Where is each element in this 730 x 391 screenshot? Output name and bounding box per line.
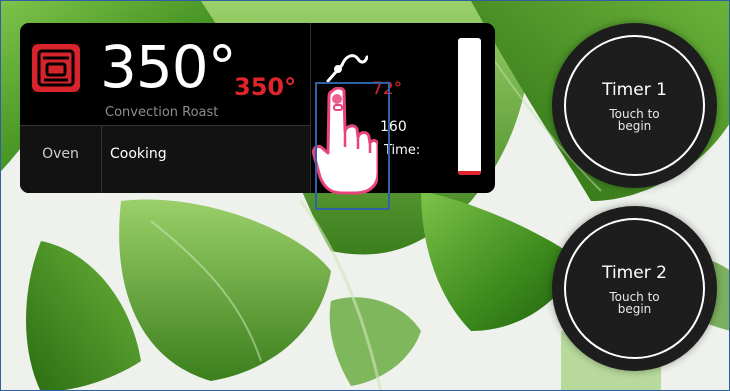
tab-oven[interactable]: Oven (20, 146, 101, 162)
timer-1-ring: Timer 1 Touch to begin (564, 35, 705, 176)
timer-1-title: Timer 1 (602, 79, 667, 100)
probe-progress-fill (458, 170, 481, 175)
oven-icon (32, 44, 80, 92)
divider (101, 126, 102, 193)
probe-icon[interactable] (326, 51, 368, 85)
oven-control-screen: 350° 350° Convection Roast Oven Cooking … (0, 0, 730, 391)
divider (310, 23, 311, 193)
timer-2-hint: Touch to begin (609, 289, 660, 316)
oven-status-panel[interactable]: 350° 350° Convection Roast Oven Cooking … (20, 23, 495, 193)
timer-2-ring: Timer 2 Touch to begin (564, 218, 705, 359)
timer-2-button[interactable]: Timer 2 Touch to begin (552, 206, 717, 371)
tap-target-highlight (315, 82, 390, 210)
timer-2-title: Timer 2 (602, 262, 667, 283)
probe-progress-gauge (458, 38, 481, 175)
oven-status-text[interactable]: Cooking (110, 146, 167, 162)
set-oven-temperature: 350° (234, 73, 297, 101)
current-oven-temperature: 350° (100, 33, 237, 101)
cooking-mode-label: Convection Roast (105, 105, 219, 120)
timer-1-hint: Touch to begin (609, 106, 660, 133)
timer-1-button[interactable]: Timer 1 Touch to begin (552, 23, 717, 188)
